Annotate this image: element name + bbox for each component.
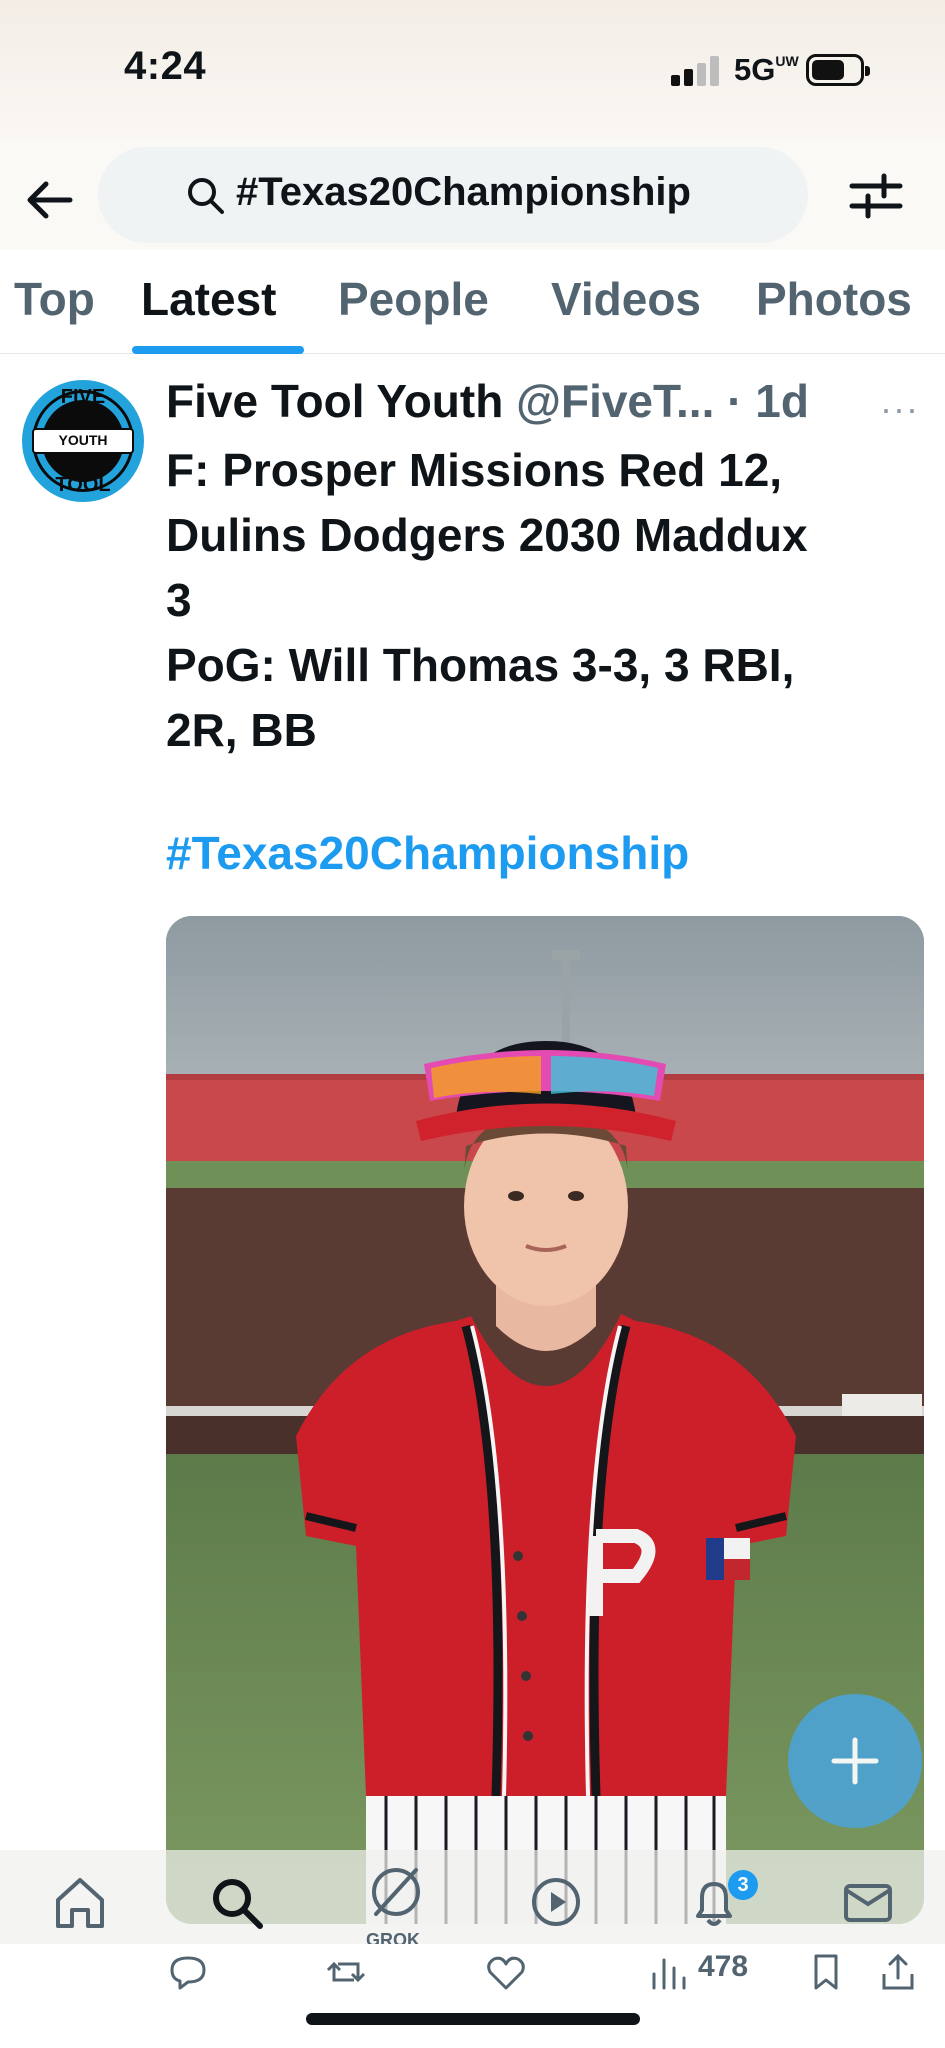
battery-icon (806, 54, 870, 86)
tweet-line: Dulins Dodgers 2030 Maddux (166, 509, 808, 561)
back-arrow-icon (27, 181, 73, 219)
tab-latest[interactable]: Latest (141, 272, 276, 326)
play-icon[interactable] (526, 1872, 586, 1932)
author-handle[interactable]: @FiveT... (516, 375, 714, 427)
reply-icon[interactable] (166, 1950, 210, 1994)
more-options-button[interactable]: ··· (880, 388, 919, 430)
plus-icon (831, 1737, 879, 1785)
retweet-icon[interactable] (324, 1950, 368, 1994)
status-bar: 4:24 5GUW (0, 0, 945, 140)
tweet-line: F: Prosper Missions Red 12, (166, 444, 783, 496)
tweet-time[interactable]: 1d (755, 375, 809, 427)
signal-icon (671, 56, 721, 86)
tab-photos[interactable]: Photos (756, 272, 912, 326)
tweet-text: F: Prosper Missions Red 12, Dulins Dodge… (166, 438, 906, 763)
author-name[interactable]: Five Tool Youth (166, 375, 503, 427)
share-icon[interactable] (876, 1950, 920, 1994)
search-tabs: Top Latest People Videos Photos (0, 262, 945, 354)
tweet-line: 3 (166, 574, 192, 626)
filter-button[interactable] (846, 168, 906, 224)
messages-icon[interactable] (838, 1872, 898, 1932)
active-tab-indicator (132, 346, 304, 354)
status-time: 4:24 (124, 44, 207, 88)
home-icon[interactable] (50, 1872, 110, 1932)
tab-videos[interactable]: Videos (551, 272, 701, 326)
tab-top[interactable]: Top (14, 272, 95, 326)
views-count: 478 (698, 1950, 749, 1983)
like-icon[interactable] (484, 1950, 528, 1994)
search-query[interactable]: #Texas20Championship (236, 170, 691, 215)
views-icon[interactable] (646, 1950, 690, 1994)
home-indicator[interactable] (306, 2013, 640, 2025)
network-indicator: 5GUW (734, 52, 799, 87)
back-button[interactable] (22, 172, 78, 228)
avatar[interactable]: FIVE YOUTH TOOL (22, 380, 144, 502)
notification-badge: 3 (728, 1870, 758, 1900)
compose-button[interactable] (788, 1694, 922, 1828)
tweet-line: 2R, BB (166, 704, 317, 756)
time-separator: · (714, 375, 756, 427)
explore-search-icon[interactable] (206, 1872, 266, 1932)
search-icon (188, 178, 224, 214)
filter-sliders-icon (849, 173, 903, 219)
tweet-header: Five Tool Youth @FiveT... · 1d (166, 374, 809, 428)
tweet-line: PoG: Will Thomas 3-3, 3 RBI, (166, 639, 795, 691)
bookmark-icon[interactable] (804, 1950, 848, 1994)
bottom-navigation (0, 1850, 945, 1944)
hashtag-link[interactable]: #Texas20Championship (166, 826, 689, 880)
tab-people[interactable]: People (338, 272, 489, 326)
grok-icon[interactable] (366, 1862, 426, 1922)
